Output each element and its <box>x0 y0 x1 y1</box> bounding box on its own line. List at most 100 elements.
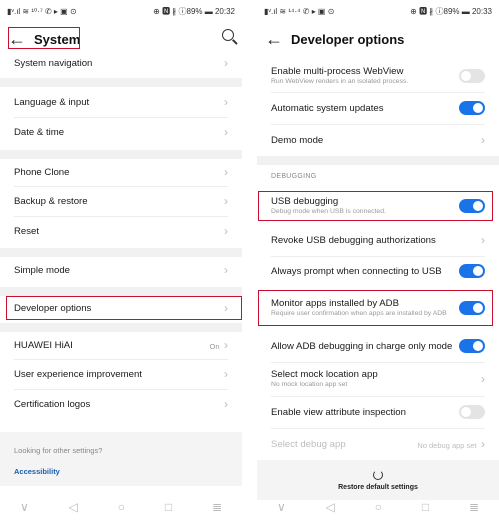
status-left: ▮ᵛ.ıl ≋ ¹⁴·⁴ ✆ ▸ ▣ ⊙ <box>264 6 335 16</box>
nav-notification-icon[interactable]: ≣ <box>212 500 222 514</box>
list-item-user-experience[interactable]: User experience improvement › <box>0 362 242 386</box>
item-label: System navigation <box>14 57 93 69</box>
item-label: Revoke USB debugging authorizations <box>271 234 436 246</box>
toggle-switch[interactable] <box>459 264 485 278</box>
status-left: ▮ᵛ.ıl ≋ ¹⁰·⁷ ✆ ▸ ▣ ⊙ <box>7 6 77 16</box>
list-item-huawei-hiai[interactable]: HUAWEI HiAI On › <box>0 333 242 357</box>
item-label: Enable multi-process WebView <box>271 66 404 77</box>
item-label: HUAWEI HiAI <box>14 339 73 351</box>
section-gap <box>257 156 499 165</box>
item-label: Enable view attribute inspection <box>271 406 406 418</box>
item-value: On <box>209 342 220 351</box>
chevron-right-icon: › <box>481 372 485 386</box>
section-gap <box>0 78 242 87</box>
toggle-switch[interactable] <box>459 405 485 419</box>
status-bar: ▮ᵛ.ıl ≋ ¹⁴·⁴ ✆ ▸ ▣ ⊙ ⊕ 🅽 ∦ ⓘ89% ▬ 20:33 <box>257 0 499 22</box>
highlight-usb-debugging <box>258 191 493 221</box>
divider <box>271 124 485 125</box>
chevron-right-icon: › <box>224 165 228 179</box>
list-item-always-prompt-usb[interactable]: Always prompt when connecting to USB <box>257 259 499 283</box>
divider <box>271 396 485 397</box>
item-label: Select debug app <box>271 438 346 450</box>
other-settings-card: Looking for other settings? Accessibilit… <box>0 432 242 486</box>
chevron-right-icon: › <box>224 95 228 109</box>
item-label: Phone Clone <box>14 166 70 178</box>
restore-icon <box>373 469 383 480</box>
chevron-right-icon: › <box>481 233 485 247</box>
list-item-system-navigation[interactable]: System navigation › <box>0 54 242 72</box>
status-right: ⊕ 🅽 ∦ ⓘ89% ▬ 20:32 <box>153 6 235 16</box>
item-label: Certification logos <box>14 398 91 410</box>
list-item-date-time[interactable]: Date & time › <box>0 120 242 144</box>
item-label: Always prompt when connecting to USB <box>271 265 442 277</box>
highlight-monitor-apps <box>258 290 493 326</box>
list-item-backup-restore[interactable]: Backup & restore › <box>0 189 242 213</box>
chevron-right-icon: › <box>224 367 228 381</box>
nav-recents-icon[interactable]: □ <box>422 500 429 514</box>
divider <box>14 117 228 118</box>
item-label: User experience improvement <box>14 368 142 380</box>
chevron-right-icon: › <box>224 263 228 277</box>
nav-dropdown-icon[interactable]: ∨ <box>20 500 29 514</box>
item-label: Reset <box>14 225 40 237</box>
back-arrow-icon[interactable]: ← <box>257 29 291 50</box>
navigation-bar: ∨ ◁ ○ □ ≣ <box>0 494 242 520</box>
section-gap <box>0 287 242 296</box>
nav-back-icon[interactable]: ◁ <box>326 500 335 514</box>
section-header-debugging: DEBUGGING <box>271 173 317 180</box>
list-item-language-input[interactable]: Language & input › <box>0 90 242 114</box>
toggle-switch[interactable] <box>459 339 485 353</box>
chevron-right-icon: › <box>224 338 228 352</box>
list-item-view-attribute[interactable]: Enable view attribute inspection <box>257 400 499 424</box>
chevron-right-icon: › <box>224 125 228 139</box>
nav-dropdown-icon[interactable]: ∨ <box>277 500 286 514</box>
search-icon[interactable] <box>222 29 234 41</box>
item-label: Date & time <box>14 126 65 138</box>
nav-back-icon[interactable]: ◁ <box>69 500 78 514</box>
chevron-right-icon: › <box>224 56 228 70</box>
list-item-revoke-usb[interactable]: Revoke USB debugging authorizations › <box>257 228 499 252</box>
accessibility-link[interactable]: Accessibility <box>14 467 228 476</box>
status-bar: ▮ᵛ.ıl ≋ ¹⁰·⁷ ✆ ▸ ▣ ⊙ ⊕ 🅽 ∦ ⓘ89% ▬ 20:32 <box>0 0 242 22</box>
item-sub: No mock location app set <box>271 381 348 388</box>
card-question: Looking for other settings? <box>14 446 103 455</box>
chevron-right-icon: › <box>481 133 485 147</box>
item-sub: Run WebView renders in an isolated proce… <box>271 78 409 85</box>
page-title: Developer options <box>291 31 405 47</box>
navigation-bar: ∨ ◁ ○ □ ≣ <box>257 494 499 520</box>
nav-home-icon[interactable]: ○ <box>375 500 382 514</box>
nav-recents-icon[interactable]: □ <box>165 500 172 514</box>
divider <box>14 389 228 390</box>
chevron-right-icon: › <box>481 437 485 451</box>
toggle-switch[interactable] <box>459 69 485 83</box>
item-label: Select mock location app <box>271 369 378 380</box>
list-item-adb-charge-only[interactable]: Allow ADB debugging in charge only mode <box>257 334 499 358</box>
nav-home-icon[interactable]: ○ <box>118 500 125 514</box>
item-label: Allow ADB debugging in charge only mode <box>271 340 453 352</box>
chevron-right-icon: › <box>224 397 228 411</box>
section-gap <box>0 323 242 332</box>
section-gap <box>0 150 242 159</box>
item-label: Backup & restore <box>14 195 88 207</box>
divider <box>271 256 485 257</box>
list-item-debug-app[interactable]: Select debug app No debug app set › <box>257 432 499 456</box>
list-item-simple-mode[interactable]: Simple mode › <box>0 258 242 282</box>
item-label: Demo mode <box>271 134 324 146</box>
list-item-auto-system-updates[interactable]: Automatic system updates <box>257 96 499 120</box>
toggle-switch[interactable] <box>459 101 485 115</box>
list-item-reset[interactable]: Reset › <box>0 219 242 243</box>
nav-notification-icon[interactable]: ≣ <box>469 500 479 514</box>
highlight-developer-options <box>6 296 242 320</box>
item-label: Simple mode <box>14 264 70 276</box>
chevron-right-icon: › <box>224 224 228 238</box>
divider <box>271 362 485 363</box>
list-item-certification-logos[interactable]: Certification logos › <box>0 392 242 416</box>
list-item-multiprocess-webview[interactable]: Enable multi-process WebView Run WebView… <box>257 64 499 88</box>
item-value: No debug app set <box>417 441 477 450</box>
divider <box>14 186 228 187</box>
section-gap <box>0 248 242 257</box>
system-screen: ▮ᵛ.ıl ≋ ¹⁰·⁷ ✆ ▸ ▣ ⊙ ⊕ 🅽 ∦ ⓘ89% ▬ 20:32 … <box>0 0 242 520</box>
list-item-phone-clone[interactable]: Phone Clone › <box>0 160 242 184</box>
list-item-demo-mode[interactable]: Demo mode › <box>257 128 499 152</box>
list-item-mock-location[interactable]: Select mock location app No mock locatio… <box>257 366 499 392</box>
